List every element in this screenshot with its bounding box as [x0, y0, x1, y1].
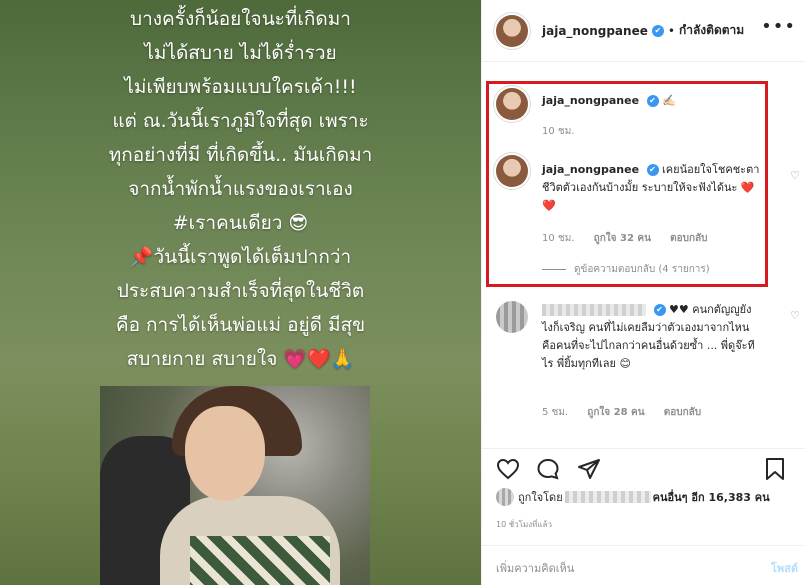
likes-count[interactable]: คนอื่นๆ อีก 16,383 คน: [653, 488, 770, 506]
comment-like-heart-icon[interactable]: ♡: [790, 309, 800, 322]
avatar[interactable]: [496, 14, 528, 47]
caption-line: จากน้ำพักน้ำแรงของเราเอง: [128, 178, 353, 200]
comment-meta: 10 ชม.: [542, 124, 590, 139]
comment-like-heart-icon[interactable]: ♡: [790, 169, 800, 182]
comment-item: jaja_nongpanee ✔ ✍🏻 10 ชม.: [496, 88, 786, 138]
comment-username[interactable]: jaja_nongpanee: [542, 163, 639, 176]
comment-body: jaja_nongpanee ✔ เคยน้อยใจโชคชะตาชีวิตตั…: [542, 161, 762, 215]
verified-badge-icon: ✔: [646, 164, 659, 176]
comments-panel: jaja_nongpanee ✔ • กำลังติดตาม ••• jaja_…: [481, 0, 805, 585]
post-time-ago[interactable]: 10 ชั่วโมงที่แล้ว: [496, 518, 552, 531]
bookmark-icon[interactable]: [764, 457, 786, 481]
comment-body: jaja_nongpanee ✔ ✍🏻: [542, 92, 762, 110]
comment-item: jaja_nongpanee ✔ เคยน้อยใจโชคชะตาชีวิตตั…: [496, 155, 800, 255]
caption-line: แต่ ณ.วันนี้เราภูมิใจที่สุด เพราะ: [112, 110, 369, 132]
face-shape: [185, 406, 265, 501]
caption-line: #เราคนเดียว 😎: [172, 212, 309, 234]
liker-avatar: [496, 488, 514, 506]
avatar[interactable]: [496, 155, 528, 187]
comment-time[interactable]: 5 ชม.: [542, 407, 568, 418]
separator-dot: •: [667, 23, 675, 38]
verified-badge-icon: ✔: [653, 304, 666, 316]
caption-line: ไม่เพียบพร้อมแบบใครเค้า!!!: [124, 76, 357, 98]
comment-likes[interactable]: ถูกใจ 32 คน: [594, 233, 651, 244]
verified-badge-icon: ✔: [651, 24, 664, 37]
add-comment-input[interactable]: เพิ่มความคิดเห็น: [496, 559, 574, 577]
avatar[interactable]: [496, 88, 528, 120]
comment-item: ✔ ♥♥ คนกตัญญูยังไงก็เจริญ คนที่ไม่เคยลืม…: [496, 301, 800, 421]
comment-body: ✔ ♥♥ คนกตัญญูยังไงก็เจริญ คนที่ไม่เคยลืม…: [542, 301, 762, 373]
share-icon[interactable]: [577, 458, 601, 480]
reply-button[interactable]: ตอบกลับ: [670, 233, 707, 244]
caption-line: ประสบความสำเร็จที่สุดในชีวิต: [116, 280, 365, 302]
avatar[interactable]: [496, 301, 528, 333]
caption-line: คือ การได้เห็นพ่อแม่ อยู่ดี มีสุข: [115, 314, 366, 336]
caption-line: 📌วันนี้เราพูดได้เต็มปากว่า: [129, 246, 352, 268]
likes-summary[interactable]: ถูกใจโดย คนอื่นๆ อีก 16,383 คน: [496, 488, 770, 506]
comment-time[interactable]: 10 ชม.: [542, 126, 574, 137]
action-bar: [482, 448, 805, 488]
comment-meta: 5 ชม. ถูกใจ 28 คน ตอบกลับ: [542, 405, 717, 420]
post-media[interactable]: บางครั้งก็น้อยใจนะที่เกิดมา ไม่ได้สบาย ไ…: [0, 0, 481, 585]
replies-dash: [542, 268, 566, 270]
following-button[interactable]: กำลังติดตาม: [679, 21, 744, 40]
caption-line: ไม่ได้สบาย ไม่ได้ร่ำรวย: [144, 42, 337, 64]
media-caption-text: บางครั้งก็น้อยใจนะที่เกิดมา ไม่ได้สบาย ไ…: [0, 2, 481, 376]
comment-time[interactable]: 10 ชม.: [542, 233, 574, 244]
caption-line: สบายกาย สบายใจ 💗❤️🙏: [126, 348, 355, 370]
view-replies-label: ดูข้อความตอบกลับ (4 รายการ): [574, 264, 710, 275]
post-viewer: บางครั้งก็น้อยใจนะที่เกิดมา ไม่ได้สบาย ไ…: [0, 0, 805, 585]
comment-username[interactable]: jaja_nongpanee: [542, 94, 639, 107]
heart-icon[interactable]: [496, 458, 520, 480]
comment-text: ✍🏻: [662, 94, 676, 107]
caption-line: ทุกอย่างที่มี ที่เกิดขึ้น.. มันเกิดมา: [108, 144, 373, 166]
woman-with-dog-photo: [100, 386, 370, 585]
comment-likes[interactable]: ถูกใจ 28 คน: [587, 407, 644, 418]
caption-line: บางครั้งก็น้อยใจนะที่เกิดมา: [130, 8, 351, 30]
comment-username-blurred[interactable]: [542, 304, 646, 316]
add-comment-bar: เพิ่มความคิดเห็น โพสต์: [482, 545, 805, 585]
liker-name-blurred[interactable]: [564, 491, 651, 503]
view-replies-button[interactable]: ดูข้อความตอบกลับ (4 รายการ): [542, 262, 710, 277]
verified-badge-icon: ✔: [646, 95, 659, 107]
post-comment-button[interactable]: โพสต์: [771, 559, 798, 577]
comment-icon[interactable]: [536, 458, 560, 480]
comment-meta: 10 ชม. ถูกใจ 32 คน ตอบกลับ: [542, 231, 724, 246]
reply-button[interactable]: ตอบกลับ: [664, 407, 701, 418]
post-header: jaja_nongpanee ✔ • กำลังติดตาม •••: [482, 0, 805, 62]
dress-shape: [190, 536, 330, 585]
header-username[interactable]: jaja_nongpanee: [542, 24, 648, 38]
likes-prefix: ถูกใจโดย: [518, 491, 563, 504]
more-options-icon[interactable]: •••: [761, 16, 796, 37]
